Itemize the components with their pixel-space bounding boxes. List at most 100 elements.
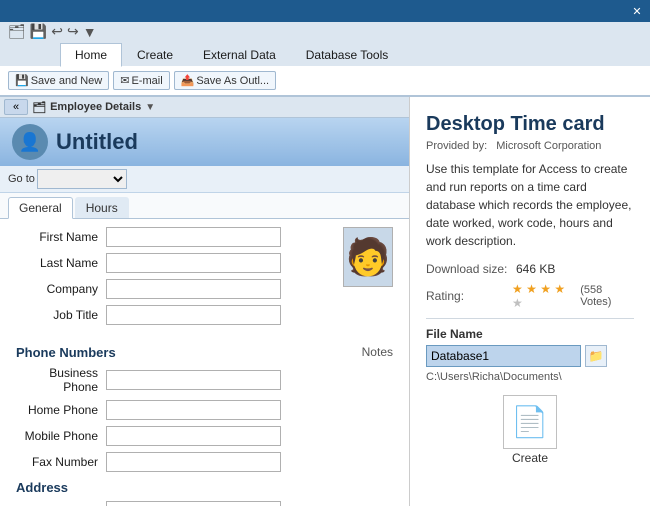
download-size-value: 646 KB (516, 262, 555, 276)
create-label: Create (512, 451, 548, 465)
form-tab-general[interactable]: General (8, 197, 73, 219)
star-5[interactable]: ★ (512, 296, 523, 310)
nav-pane-icon: 🗂 (32, 101, 46, 114)
panel-title: Desktop Time card (426, 113, 634, 136)
save-outlook-icon: 📤 (181, 74, 195, 87)
job-title-row: Job Title (16, 305, 327, 325)
form-content: First Name Last Name Company Job Title (0, 219, 409, 506)
nav-collapse-button[interactable]: « (4, 99, 28, 115)
create-file-icon: 📄 (511, 405, 548, 440)
fax-number-input[interactable] (106, 452, 281, 472)
main-area: « 🗂 Employee Details ▼ 👤 Untitled Go to … (0, 97, 650, 506)
provided-by-label: Provided by: (426, 140, 487, 152)
last-name-input[interactable] (106, 253, 281, 273)
mobile-phone-input[interactable] (106, 426, 281, 446)
form-tab-bar: General Hours (0, 193, 409, 219)
form-tab-hours[interactable]: Hours (75, 197, 129, 218)
fax-number-label: Fax Number (16, 455, 106, 469)
form-title: Untitled (56, 129, 138, 155)
save-quick-icon[interactable]: 💾 (30, 23, 47, 40)
close-button[interactable]: ✕ (628, 2, 646, 20)
ribbon-tab-external-data[interactable]: External Data (188, 43, 291, 66)
access-logo-icon: 🗂 (8, 23, 26, 40)
save-new-icon: 💾 (15, 74, 29, 87)
email-icon: ✉ (120, 74, 129, 87)
file-name-label: File Name (426, 327, 634, 341)
first-name-input[interactable] (106, 227, 281, 247)
browse-button[interactable]: 📁 (585, 345, 607, 367)
person-icon: 🧑 (346, 239, 391, 275)
file-name-input[interactable] (426, 345, 581, 367)
rating-row: Rating: ★ ★ ★ ★ ★ (558 Votes) (426, 282, 634, 310)
votes-label: (558 Votes) (580, 284, 634, 308)
ribbon-tab-home[interactable]: Home (60, 43, 122, 67)
ribbon-tab-create[interactable]: Create (122, 43, 188, 66)
quick-access-toolbar: 🗂 💾 ↩ ↪ ▼ (0, 22, 650, 41)
last-name-row: Last Name (16, 253, 327, 273)
ribbon: 🗂 💾 ↩ ↪ ▼ Home Create External Data Data… (0, 22, 650, 97)
access-app: « 🗂 Employee Details ▼ 👤 Untitled Go to … (0, 97, 410, 506)
personal-fields: First Name Last Name Company Job Title (16, 227, 327, 331)
rating-label: Rating: (426, 289, 512, 303)
redo-icon[interactable]: ↪ (67, 23, 79, 40)
form-toolbar: Go to (0, 166, 409, 193)
address-section-title: Address (16, 480, 393, 495)
star-1[interactable]: ★ (512, 282, 523, 296)
create-button[interactable]: 📄 (503, 395, 557, 449)
fax-number-row: Fax Number (16, 452, 393, 472)
create-area: 📄 Create (426, 395, 634, 465)
first-name-row: First Name (16, 227, 327, 247)
form-avatar: 👤 (12, 124, 48, 160)
business-phone-label: Business Phone (16, 366, 106, 394)
download-size-label: Download size: (426, 262, 516, 276)
star-2[interactable]: ★ (526, 282, 537, 296)
star-3[interactable]: ★ (540, 282, 551, 296)
mobile-phone-label: Mobile Phone (16, 429, 106, 443)
panel-description: Use this template for Access to create a… (426, 160, 634, 250)
home-phone-input[interactable] (106, 400, 281, 420)
goto-container: Go to (8, 169, 127, 189)
street-row: Street (16, 501, 393, 506)
company-row: Company (16, 279, 327, 299)
company-label: Company (16, 282, 106, 296)
undo-icon[interactable]: ↩ (51, 23, 63, 40)
goto-select[interactable] (37, 169, 127, 189)
home-phone-row: Home Phone (16, 400, 393, 420)
separator (426, 318, 634, 319)
nav-pane: « 🗂 Employee Details ▼ (0, 97, 409, 118)
business-phone-row: Business Phone (16, 366, 393, 394)
stars: ★ ★ ★ ★ ★ (512, 282, 576, 310)
phone-section-title: Phone Numbers (16, 345, 116, 360)
nav-pane-title: 🗂 Employee Details ▼ (32, 101, 155, 114)
first-name-label: First Name (16, 230, 106, 244)
job-title-label: Job Title (16, 308, 106, 322)
provided-by-value: Microsoft Corporation (496, 140, 601, 152)
nav-expand-icon[interactable]: ▼ (145, 102, 155, 113)
mobile-phone-row: Mobile Phone (16, 426, 393, 446)
last-name-label: Last Name (16, 256, 106, 270)
home-phone-label: Home Phone (16, 403, 106, 417)
save-new-button[interactable]: 💾 Save and New (8, 71, 109, 90)
title-bar: ✕ (0, 0, 650, 22)
goto-label: Go to (8, 173, 35, 185)
quick-access-dropdown-icon[interactable]: ▼ (83, 24, 97, 40)
notes-label: Notes (362, 345, 393, 359)
email-button[interactable]: ✉ E-mail (113, 71, 169, 90)
ribbon-tab-database-tools[interactable]: Database Tools (291, 43, 404, 66)
photo-placeholder: 🧑 (343, 227, 393, 287)
ribbon-toolbar: 💾 Save and New ✉ E-mail 📤 Save As Outl..… (0, 66, 650, 96)
file-name-row: 📁 (426, 345, 634, 367)
ribbon-tab-bar: Home Create External Data Database Tools (0, 41, 650, 66)
business-phone-input[interactable] (106, 370, 281, 390)
panel-provided: Provided by: Microsoft Corporation (426, 140, 634, 152)
form-header: 👤 Untitled (0, 118, 409, 166)
download-size-row: Download size: 646 KB (426, 262, 634, 276)
street-input[interactable] (106, 501, 281, 506)
star-4[interactable]: ★ (554, 282, 565, 296)
save-as-outlook-button[interactable]: 📤 Save As Outl... (174, 71, 276, 90)
company-input[interactable] (106, 279, 281, 299)
right-panel: Desktop Time card Provided by: Microsoft… (410, 97, 650, 506)
browse-icon: 📁 (589, 349, 604, 363)
job-title-input[interactable] (106, 305, 281, 325)
file-path: C:\Users\Richa\Documents\ (426, 371, 634, 383)
